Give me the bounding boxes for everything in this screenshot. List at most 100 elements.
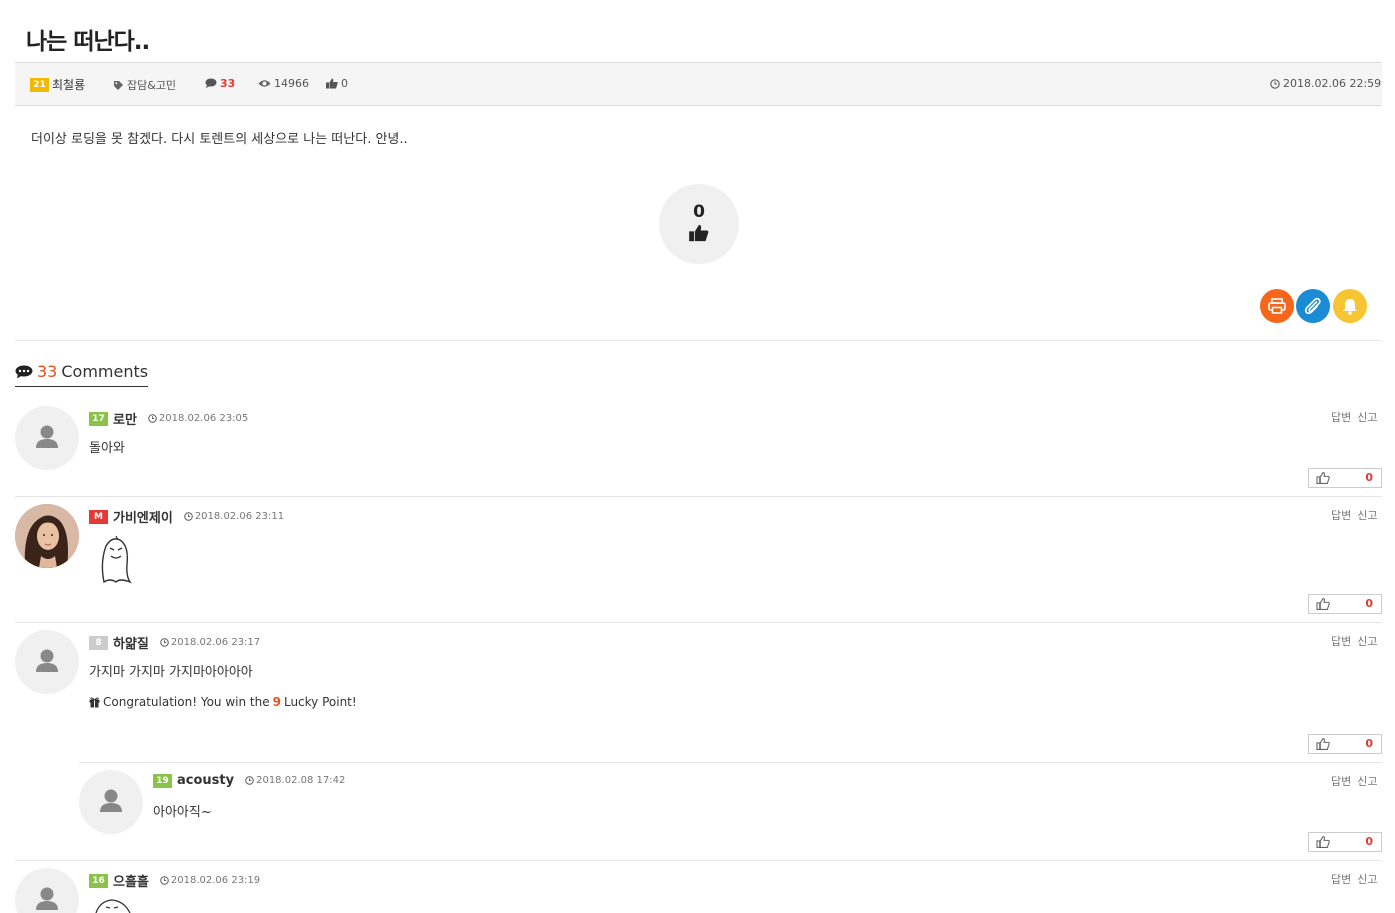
- clock-icon: [1270, 78, 1280, 89]
- comment-time-text: 2018.02.08 17:42: [256, 775, 346, 786]
- thumbs-up-icon: [326, 78, 338, 89]
- bell-icon: [1343, 298, 1357, 315]
- comment-header: 17 로만 2018.02.06 23:05: [89, 409, 248, 428]
- comment-icon: [205, 78, 217, 88]
- comment-like-count: 0: [1365, 471, 1373, 484]
- comment-actions: 답변 신고: [1331, 773, 1378, 789]
- report-button[interactable]: 신고: [1357, 411, 1377, 424]
- comment-like-count: 0: [1365, 597, 1373, 610]
- comment-actions: 답변 신고: [1331, 633, 1378, 649]
- comment-like-count: 0: [1365, 835, 1373, 848]
- comment-count: 33: [220, 77, 236, 90]
- lucky-point-notice: Congratulation! You win the 9 Lucky Poin…: [89, 695, 357, 709]
- lucky-text: Congratulation! You win the: [103, 695, 270, 709]
- comment-time-text: 2018.02.06 23:11: [194, 511, 285, 522]
- comments-count: 33: [37, 362, 58, 381]
- notify-button[interactable]: [1333, 289, 1367, 323]
- paperclip-icon: [1304, 297, 1321, 315]
- comments-label: Comments: [61, 362, 149, 381]
- comment-header: 16 으흘흘 2018.02.06 23:19: [89, 871, 260, 890]
- avatar-photo[interactable]: [15, 504, 79, 568]
- attachment-button[interactable]: [1296, 289, 1330, 323]
- comment-like-button[interactable]: 0: [1308, 594, 1382, 614]
- comment-author[interactable]: 하얆질: [113, 633, 149, 652]
- level-badge: M: [89, 509, 108, 524]
- comment-time: 2018.02.06 23:05: [148, 413, 248, 424]
- lucky-points: 9: [272, 695, 281, 709]
- comment-like-button[interactable]: 0: [1308, 468, 1382, 488]
- comment-author[interactable]: acousty: [177, 773, 234, 788]
- post-views: 14966: [258, 77, 309, 90]
- avatar[interactable]: [79, 770, 143, 834]
- divider: [79, 762, 1382, 763]
- post-date-text: 2018.02.06 22:59: [1283, 77, 1382, 90]
- reply-button[interactable]: 답변: [1331, 411, 1351, 424]
- post-likes: 0: [326, 77, 348, 90]
- report-button[interactable]: 신고: [1357, 873, 1377, 886]
- comment-time-text: 2018.02.06 23:05: [158, 413, 249, 424]
- comment-actions: 답변 신고: [1331, 871, 1378, 887]
- comment-like-count: 0: [1365, 737, 1373, 750]
- level-badge: 19: [153, 773, 172, 788]
- comment-header: M 가비엔제이 2018.02.06 23:11: [89, 507, 284, 526]
- level-badge: 21: [30, 77, 49, 92]
- report-button[interactable]: 신고: [1357, 509, 1377, 522]
- view-count: 14966: [274, 77, 309, 90]
- reply-button[interactable]: 답변: [1331, 635, 1351, 648]
- comment-like-button[interactable]: 0: [1308, 734, 1382, 754]
- comment-time-text: 2018.02.06 23:19: [170, 875, 261, 886]
- user-icon: [100, 789, 122, 812]
- post-comment-count: 33: [205, 77, 235, 90]
- comment-text: 가지마 가지마 가지마아아아아: [89, 665, 253, 680]
- print-icon: [1268, 298, 1286, 314]
- reply-button[interactable]: 답변: [1331, 775, 1351, 788]
- thumbs-up-outline-icon: [1316, 738, 1330, 750]
- like-button-count: 0: [693, 202, 705, 222]
- post-meta-bar: 21 최철룡 잡담&고민 33 14966 0 2018.02.06 22:59: [15, 62, 1382, 106]
- comment-time: 2018.02.08 17:42: [245, 775, 345, 786]
- comment-text: 아아아직~: [153, 805, 212, 820]
- avatar[interactable]: [15, 630, 79, 694]
- report-button[interactable]: 신고: [1357, 635, 1377, 648]
- clock-icon: [245, 776, 254, 785]
- avatar[interactable]: [15, 868, 79, 913]
- report-button[interactable]: 신고: [1357, 775, 1377, 788]
- post-author[interactable]: 21 최철룡: [30, 76, 85, 93]
- comment-like-button[interactable]: 0: [1308, 832, 1382, 852]
- comment-time: 2018.02.06 23:11: [183, 511, 285, 522]
- avatar[interactable]: [15, 406, 79, 470]
- eye-icon: [258, 80, 271, 87]
- reply-button[interactable]: 답변: [1331, 509, 1351, 522]
- comment-author[interactable]: 로만: [113, 409, 137, 428]
- comment-time-text: 2018.02.06 23:17: [170, 637, 261, 648]
- post-category[interactable]: 잡담&고민: [113, 77, 176, 93]
- thumbs-up-icon: [689, 224, 709, 242]
- comments-header: 33 Comments: [15, 362, 149, 387]
- comment-header: 19 acousty 2018.02.08 17:42: [153, 773, 345, 788]
- thumbs-up-outline-icon: [1316, 836, 1330, 848]
- user-icon: [36, 887, 58, 910]
- thumbs-up-outline-icon: [1316, 598, 1330, 610]
- level-badge: 17: [89, 411, 108, 426]
- comments-icon: [15, 365, 33, 378]
- thumbs-up-outline-icon: [1316, 472, 1330, 484]
- divider: [15, 860, 1382, 861]
- comment-time: 2018.02.06 23:17: [160, 637, 260, 648]
- comment-actions: 답변 신고: [1331, 507, 1378, 523]
- divider: [15, 496, 1382, 497]
- clock-icon: [148, 414, 157, 423]
- reply-button[interactable]: 답변: [1331, 873, 1351, 886]
- profile-photo: [15, 504, 79, 568]
- like-count: 0: [341, 77, 348, 90]
- category-label[interactable]: 잡담&고민: [127, 77, 176, 93]
- emoticon-sticker: [101, 535, 132, 584]
- author-name[interactable]: 최철룡: [52, 76, 85, 93]
- user-icon: [36, 649, 58, 672]
- post-date: 2018.02.06 22:59: [1270, 77, 1381, 90]
- comment-actions: 답변 신고: [1331, 409, 1378, 425]
- post-body: 더이상 로딩을 못 참겠다. 다시 토렌트의 세상으로 나는 떠난다. 안녕..: [31, 132, 408, 147]
- print-button[interactable]: [1260, 289, 1294, 323]
- comment-author[interactable]: 으흘흘: [113, 871, 149, 890]
- like-button[interactable]: 0: [659, 184, 739, 264]
- comment-author[interactable]: 가비엔제이: [113, 507, 173, 526]
